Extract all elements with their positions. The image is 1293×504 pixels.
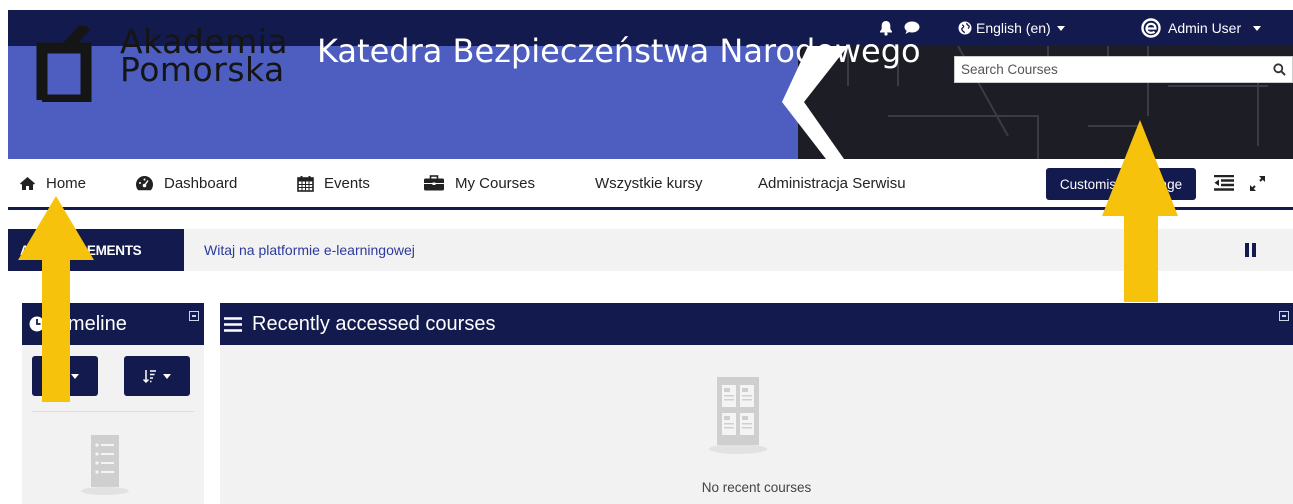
chevron-down-icon <box>163 373 171 379</box>
search-input[interactable] <box>955 56 1273 83</box>
timeline-empty-illustration-icon <box>80 435 130 500</box>
avatar-icon <box>1141 18 1161 38</box>
pause-icon[interactable] <box>1245 243 1257 262</box>
nav-label: Home <box>46 174 87 192</box>
nav-label: Dashboard <box>164 174 238 192</box>
annotation-arrow-up-icon <box>1102 120 1178 302</box>
language-menu[interactable]: English (en) <box>958 10 1065 46</box>
briefcase-icon <box>423 175 450 191</box>
nav-item-my-courses[interactable]: My Courses <box>423 159 535 207</box>
home-icon <box>19 176 41 191</box>
nav-item-all-courses[interactable]: Wszystkie kursy <box>595 159 703 207</box>
globe-icon <box>958 21 972 35</box>
announcement-link[interactable]: Witaj na platformie e-learningowej <box>204 229 415 271</box>
chevron-down-icon <box>1253 25 1262 31</box>
nav-item-site-administration[interactable]: Administracja Serwisu <box>758 159 906 207</box>
nav-label: Events <box>324 174 370 192</box>
nav-label: Administracja Serwisu <box>758 174 906 192</box>
divider <box>32 411 194 412</box>
list-icon <box>224 317 242 332</box>
chevron-down-icon <box>1056 25 1065 31</box>
language-label: English (en) <box>976 20 1051 36</box>
recent-courses-block-header: Recently accessed courses <box>220 303 1293 345</box>
courses-empty-illustration-icon <box>708 375 768 460</box>
recent-courses-title: Recently accessed courses <box>252 312 496 335</box>
toggle-blocks-icon[interactable] <box>1213 159 1240 207</box>
announcements-bar <box>8 229 1293 271</box>
nav-label: Wszystkie kursy <box>595 174 703 192</box>
nav-label: My Courses <box>455 174 536 192</box>
akademia-logo-icon <box>30 22 98 107</box>
nav-item-events[interactable]: Events <box>297 159 370 207</box>
fullscreen-expand-icon[interactable] <box>1248 159 1272 207</box>
sort-icon <box>143 369 157 383</box>
search-icon[interactable] <box>1273 63 1292 76</box>
search-courses-box <box>954 56 1293 83</box>
logo-line-2: Pomorska <box>120 50 285 89</box>
user-name: Admin User <box>1168 20 1242 36</box>
dashboard-icon <box>135 175 159 191</box>
nav-item-dashboard[interactable]: Dashboard <box>135 159 237 207</box>
collapse-block-icon[interactable] <box>189 311 199 321</box>
timeline-sort-dropdown[interactable] <box>124 356 190 396</box>
no-recent-courses-text: No recent courses <box>701 480 812 495</box>
annotation-arrow-up-icon <box>18 196 94 402</box>
akademia-logo-text: Akademia Pomorska <box>120 25 288 89</box>
site-title[interactable]: Katedra Bezpieczeństwa Narodowego <box>317 32 921 70</box>
collapse-block-icon[interactable] <box>1279 311 1289 321</box>
calendar-icon <box>297 175 319 192</box>
user-menu[interactable]: Admin User <box>1141 10 1262 46</box>
